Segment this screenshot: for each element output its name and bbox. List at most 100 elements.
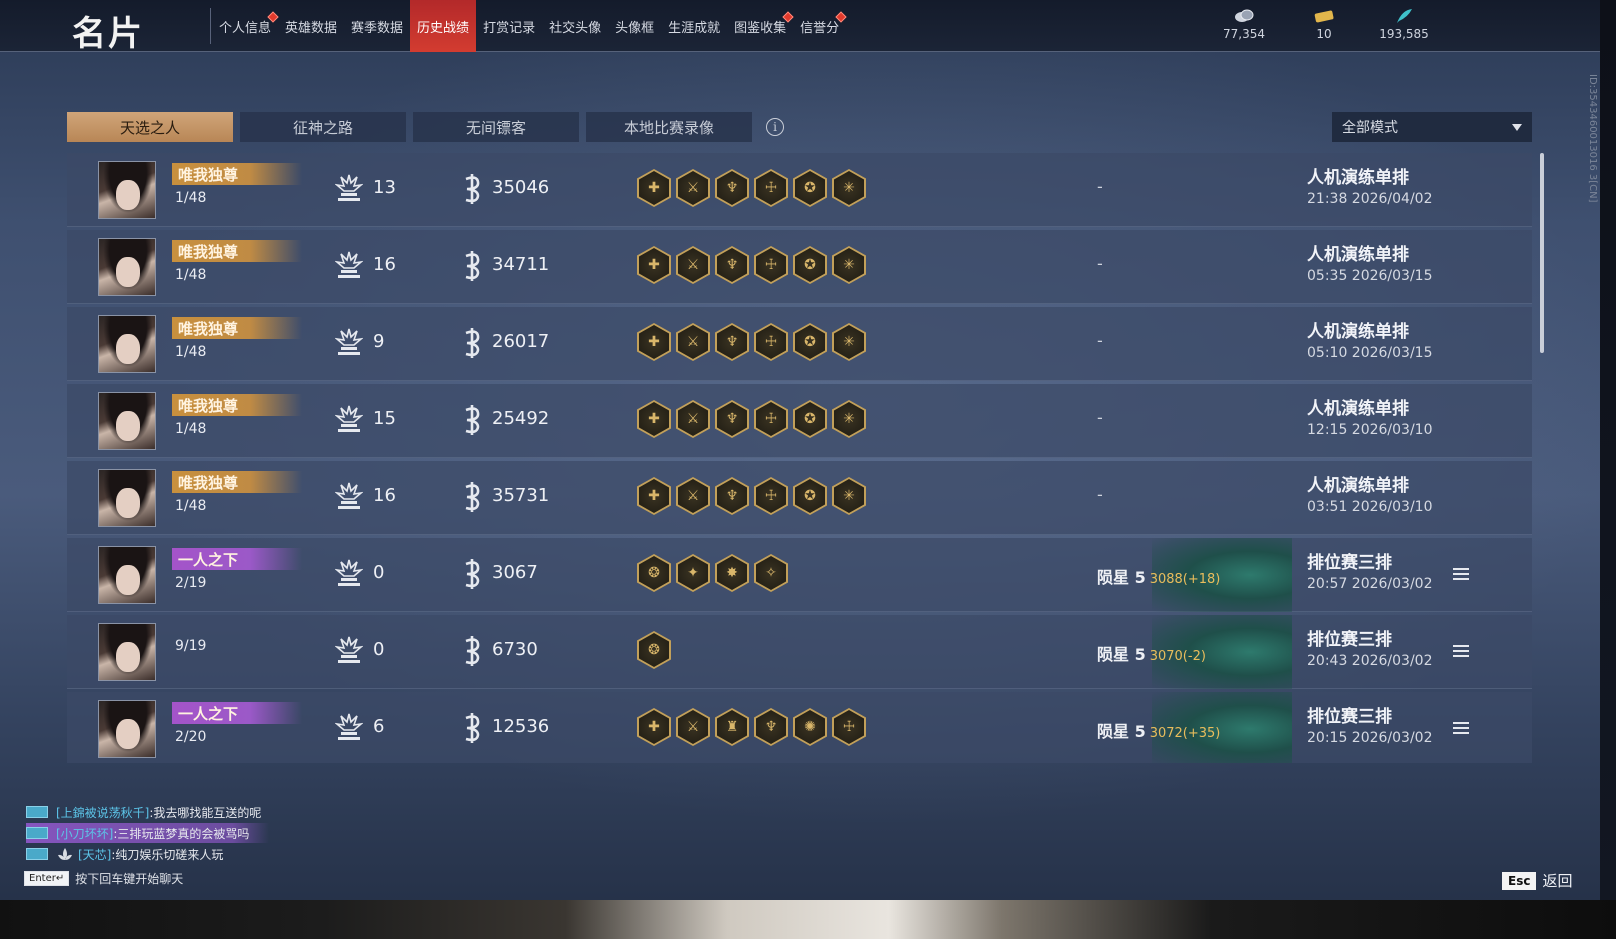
equipment-glyph: ⚔ xyxy=(678,171,708,205)
tab-7[interactable]: 生涯成就 xyxy=(661,0,727,52)
list-scrollbar[interactable] xyxy=(1540,153,1544,353)
equipment-hex-icon[interactable]: ✚ xyxy=(637,169,671,207)
equipment-glyph: ✚ xyxy=(639,325,669,359)
equipment-icons: ✚ ⚔ ♆ ☩ ✪ ✳ xyxy=(637,246,866,284)
equipment-hex-icon[interactable]: ♆ xyxy=(715,246,749,284)
subtab-local-replays[interactable]: 本地比赛录像 xyxy=(586,112,752,142)
equipment-hex-icon[interactable]: ♆ xyxy=(715,400,749,438)
equipment-hex-icon[interactable]: ✚ xyxy=(637,400,671,438)
list-detail-icon[interactable] xyxy=(1453,645,1469,659)
damage-value: 6730 xyxy=(492,639,538,660)
equipment-hex-icon[interactable]: ♆ xyxy=(715,169,749,207)
tab-4[interactable]: 打赏记录 xyxy=(476,0,542,52)
game-screen: 名片 个人信息 英雄数据 赛季数据 历史战绩 打赏记录 社交头像 头像框 生涯成就 图鉴收集 信誉… xyxy=(0,0,1600,900)
equipment-glyph: ⚔ xyxy=(678,248,708,282)
damage-value: 3067 xyxy=(492,562,538,583)
match-row[interactable]: 一人之下 2/19 0 3067 ❂ ✦ ✸ ✧ 陨星 5 3088(+18) 排位赛三排 20:57… xyxy=(67,538,1532,612)
equipment-hex-icon[interactable]: ✚ xyxy=(637,246,671,284)
subtab-chosen-one[interactable]: 天选之人 xyxy=(67,112,233,142)
tab-0[interactable]: 个人信息 xyxy=(212,0,279,52)
chat-sender[interactable]: [上錦被说荡秋千] xyxy=(56,804,149,821)
equipment-glyph: ✚ xyxy=(639,710,669,744)
subtab-god-path[interactable]: 征神之路 xyxy=(240,112,406,142)
equipment-hex-icon[interactable]: ✪ xyxy=(793,246,827,284)
equipment-hex-icon[interactable]: ✪ xyxy=(793,400,827,438)
match-row[interactable]: 一人之下 2/20 6 12536 ✚ ⚔ ♜ ♆ ✺ ☩ 陨星 5 3072(+35) 排位赛三排 20… xyxy=(67,692,1532,763)
equipment-hex-icon[interactable]: ♆ xyxy=(715,477,749,515)
equipment-hex-icon[interactable]: ✪ xyxy=(793,477,827,515)
equipment-glyph: ♆ xyxy=(717,248,747,282)
equipment-hex-icon[interactable]: ✳ xyxy=(832,400,866,438)
match-time: 21:38 2026/04/02 xyxy=(1307,191,1433,207)
equipment-hex-icon[interactable]: ♜ xyxy=(715,708,749,746)
equipment-hex-icon[interactable]: ♆ xyxy=(715,323,749,361)
placement-value: 1/48 xyxy=(175,190,207,206)
equipment-glyph: ♆ xyxy=(717,325,747,359)
kills-crown-icon xyxy=(334,404,364,434)
tab-1[interactable]: 英雄数据 xyxy=(278,0,344,52)
list-detail-icon[interactable] xyxy=(1453,722,1469,736)
match-row[interactable]: 唯我独尊 1/48 13 35046 ✚ ⚔ ♆ ☩ ✪ ✳ - 人机演练单排 21:38 2026/0… xyxy=(67,153,1532,227)
equipment-hex-icon[interactable]: ⚔ xyxy=(676,246,710,284)
equipment-hex-icon[interactable]: ✦ xyxy=(676,554,710,592)
tab-6[interactable]: 头像框 xyxy=(608,0,661,52)
equipment-hex-icon[interactable]: ☩ xyxy=(754,400,788,438)
equipment-hex-icon[interactable]: ✺ xyxy=(793,708,827,746)
equipment-hex-icon[interactable]: ✳ xyxy=(832,477,866,515)
tab-3[interactable]: 历史战绩 xyxy=(410,0,477,52)
enter-key-icon: Enter↵ xyxy=(24,871,70,886)
match-row[interactable]: 唯我独尊 1/48 9 26017 ✚ ⚔ ♆ ☩ ✪ ✳ - 人机演练单排 05:10 2026/03… xyxy=(67,307,1532,381)
equipment-hex-icon[interactable]: ✚ xyxy=(637,477,671,515)
equipment-hex-icon[interactable]: ⚔ xyxy=(676,400,710,438)
equipment-hex-icon[interactable]: ✳ xyxy=(832,169,866,207)
hero-avatar xyxy=(98,546,156,604)
equipment-hex-icon[interactable]: ☩ xyxy=(754,169,788,207)
equipment-hex-icon[interactable]: ⚔ xyxy=(676,708,710,746)
equipment-hex-icon[interactable]: ⚔ xyxy=(676,323,710,361)
placement-value: 1/48 xyxy=(175,267,207,283)
tab-9[interactable]: 信誉分 xyxy=(793,0,847,52)
equipment-hex-icon[interactable]: ✪ xyxy=(793,169,827,207)
mode-filter-select[interactable]: 全部模式 xyxy=(1332,112,1532,142)
chat-sender[interactable]: [天芯] xyxy=(78,846,111,863)
equipment-hex-icon[interactable]: ♆ xyxy=(754,708,788,746)
rank-placeholder: - xyxy=(1097,331,1103,350)
match-row[interactable]: 唯我独尊 1/48 16 35731 ✚ ⚔ ♆ ☩ ✪ ✳ - 人机演练单排 03:51 2026/0… xyxy=(67,461,1532,535)
equipment-hex-icon[interactable]: ☩ xyxy=(832,708,866,746)
equipment-hex-icon[interactable]: ✚ xyxy=(637,708,671,746)
hero-avatar xyxy=(98,238,156,296)
equipment-hex-icon[interactable]: ✸ xyxy=(715,554,749,592)
equipment-hex-icon[interactable]: ☩ xyxy=(754,477,788,515)
list-detail-icon[interactable] xyxy=(1453,568,1469,582)
match-row[interactable]: 唯我独尊 1/48 16 34711 ✚ ⚔ ♆ ☩ ✪ ✳ - 人机演练单排 05:35 2026/0… xyxy=(67,230,1532,304)
equipment-hex-icon[interactable]: ☩ xyxy=(754,246,788,284)
tab-2[interactable]: 赛季数据 xyxy=(344,0,410,52)
equipment-hex-icon[interactable]: ⚔ xyxy=(676,169,710,207)
equipment-hex-icon[interactable]: ✪ xyxy=(793,323,827,361)
chat-sender[interactable]: [小刀坏坏] xyxy=(56,825,113,842)
equipment-hex-icon[interactable]: ⚔ xyxy=(676,477,710,515)
equipment-glyph: ♆ xyxy=(756,710,786,744)
equipment-hex-icon[interactable]: ☩ xyxy=(754,323,788,361)
kills-value: 16 xyxy=(373,254,396,275)
currency-feathers-value: 193,585 xyxy=(1379,27,1429,41)
ticket-icon xyxy=(1314,10,1334,23)
tab-8[interactable]: 图鉴收集 xyxy=(727,0,794,52)
equipment-hex-icon[interactable]: ❂ xyxy=(637,554,671,592)
damage-value: 35046 xyxy=(492,177,550,198)
equipment-glyph: ✪ xyxy=(795,248,825,282)
equipment-hex-icon[interactable]: ✚ xyxy=(637,323,671,361)
match-row[interactable]: 唯我独尊 1/48 15 25492 ✚ ⚔ ♆ ☩ ✪ ✳ - 人机演练单排 12:15 2026/0… xyxy=(67,384,1532,458)
subtab-escort[interactable]: 无间镖客 xyxy=(413,112,579,142)
equipment-hex-icon[interactable]: ✳ xyxy=(832,246,866,284)
back-button[interactable]: Esc 返回 xyxy=(1502,870,1572,891)
placement-value: 9/19 xyxy=(175,638,207,654)
tab-5[interactable]: 社交头像 xyxy=(542,0,608,52)
equipment-hex-icon[interactable]: ✧ xyxy=(754,554,788,592)
coins-icon xyxy=(1235,9,1254,22)
info-icon[interactable]: i xyxy=(766,118,784,136)
equipment-hex-icon[interactable]: ✳ xyxy=(832,323,866,361)
rank-tier: 陨星 5 3088(+18) xyxy=(1097,564,1220,588)
match-row[interactable]: 9/19 0 6730 ❂ 陨星 5 3070(-2) 排位赛三排 20:43 2026/03… xyxy=(67,615,1532,689)
equipment-hex-icon[interactable]: ❂ xyxy=(637,631,671,669)
